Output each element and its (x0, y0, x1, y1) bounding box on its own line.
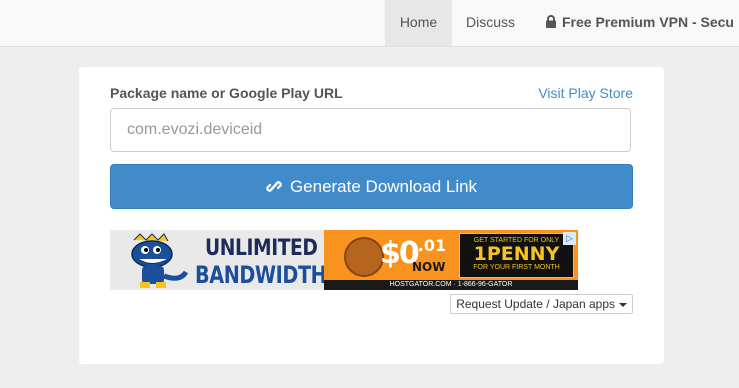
nav-vpn[interactable]: Free Premium VPN - Secu (545, 0, 734, 46)
nav-vpn-label: Free Premium VPN - Secu (562, 14, 734, 30)
request-update-label: Request Update / Japan apps (456, 297, 615, 311)
nav-discuss[interactable]: Discuss (466, 0, 515, 46)
ad-left-panel: UNLIMITED BANDWIDTH (110, 230, 327, 290)
generate-download-link-button[interactable]: Generate Download Link (110, 164, 633, 209)
nav-home[interactable]: Home (385, 0, 452, 46)
ad-now: NOW (412, 260, 446, 274)
visit-play-store-link[interactable]: Visit Play Store (538, 85, 633, 101)
download-form-card: Package name or Google Play URL Visit Pl… (79, 67, 664, 364)
adchoices-icon[interactable]: ▷ (563, 232, 576, 245)
ad-price-cents: .01 (417, 236, 447, 255)
gator-mascot-icon (131, 233, 189, 288)
penny-coin-icon (344, 237, 384, 277)
ad-promo-box: GET STARTED FOR ONLY 1PENNY FOR YOUR FIR… (459, 233, 574, 278)
ad-right-panel: $0.01 NOW GET STARTED FOR ONLY 1PENNY FO… (324, 230, 578, 290)
link-icon (266, 181, 282, 192)
ad-orange-strip: $0.01 NOW GET STARTED FOR ONLY 1PENNY FO… (324, 230, 578, 280)
ad-footer: HOSTGATOR.COM · 1-866-96-GATOR (324, 280, 578, 290)
package-label: Package name or Google Play URL (110, 85, 343, 101)
ad-promo-mid: 1PENNY (473, 243, 560, 265)
ad-promo-bottom: FOR YOUR FIRST MONTH (473, 264, 560, 271)
caret-down-icon (619, 302, 627, 307)
generate-button-label: Generate Download Link (289, 176, 478, 196)
ad-headline-2: BANDWIDTH (195, 261, 327, 289)
ad-headline-1: UNLIMITED (205, 236, 318, 261)
top-navbar: Home Discuss Free Premium VPN - Secu (0, 0, 739, 47)
request-update-dropdown[interactable]: Request Update / Japan apps (450, 294, 633, 314)
package-url-input[interactable] (110, 108, 631, 152)
hostgator-ad-banner[interactable]: UNLIMITED BANDWIDTH $0.01 NOW GET STARTE… (110, 230, 578, 290)
lock-icon (546, 15, 556, 28)
